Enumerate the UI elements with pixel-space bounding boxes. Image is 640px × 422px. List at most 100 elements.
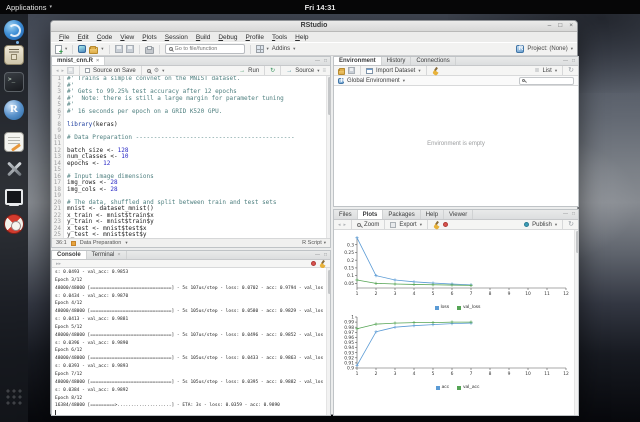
pane-layout-icon[interactable] [256, 45, 264, 53]
find-replace-icon[interactable] [147, 69, 151, 73]
list-view-dropdown-icon[interactable]: ▾ [555, 68, 557, 74]
maximize-window-icon[interactable]: □ [558, 23, 562, 30]
file-type-selector[interactable]: R Script [302, 240, 322, 246]
dock-icon-system-tools[interactable] [4, 159, 24, 179]
file-type-dropdown-icon[interactable]: ▾ [324, 240, 326, 246]
menu-session[interactable]: Session [161, 34, 192, 41]
minimize-pane-icon[interactable]: — [563, 212, 568, 217]
console-tab-terminal[interactable]: Terminal× [87, 251, 127, 259]
console-nav-icon[interactable]: ▸▸ [56, 261, 61, 267]
interrupt-r-icon[interactable] [311, 261, 317, 267]
menu-plots[interactable]: Plots [138, 34, 160, 41]
title-bar[interactable]: RStudio ‒ □ × [51, 21, 577, 32]
environment-tab-connections[interactable]: Connections [411, 57, 455, 65]
print-icon[interactable] [145, 47, 154, 54]
addins-dropdown-icon[interactable]: ▾ [293, 46, 295, 52]
menu-debug[interactable]: Debug [214, 34, 241, 41]
dock-icon-display-settings[interactable] [4, 187, 24, 207]
refresh-plots-icon[interactable]: ↻ [568, 221, 574, 228]
import-dataset-dropdown-icon[interactable]: ▾ [418, 68, 420, 74]
dock-icon-help-viewer[interactable] [4, 214, 24, 234]
rerun-icon[interactable]: ↻ [270, 67, 275, 74]
files-tab-viewer[interactable]: Viewer [444, 210, 473, 219]
menu-view[interactable]: View [116, 34, 138, 41]
zoom-plot-button[interactable]: Zoom [364, 222, 379, 228]
files-tab-help[interactable]: Help [421, 210, 444, 219]
list-view-button[interactable]: List [543, 68, 552, 74]
console-output[interactable]: s: 0.0493 - val_acc: 0.9853Epoch 3/12480… [52, 268, 330, 415]
menu-help[interactable]: Help [291, 34, 312, 41]
close-icon[interactable]: × [117, 252, 120, 258]
dock-icon-text-editor[interactable] [4, 132, 24, 152]
files-tab-packages[interactable]: Packages [383, 210, 420, 219]
save-workspace-icon[interactable] [348, 67, 355, 74]
files-tab-plots[interactable]: Plots [358, 210, 384, 219]
source-button[interactable]: Source [295, 68, 314, 74]
code-tools-icon[interactable]: ⚙ [154, 67, 159, 74]
maximize-pane-icon[interactable]: □ [572, 212, 575, 217]
dock-icon-archive-manager[interactable] [4, 45, 24, 65]
plots-scrollbar[interactable] [574, 230, 578, 415]
clear-environment-icon[interactable] [432, 67, 439, 74]
refresh-icon[interactable]: ↻ [568, 67, 574, 74]
minimize-pane-icon[interactable]: — [315, 59, 320, 64]
menu-edit[interactable]: Edit [74, 34, 93, 41]
new-file-dropdown-icon[interactable]: ▾ [65, 46, 67, 52]
forward-icon[interactable]: ▸ [62, 68, 65, 74]
source-on-save-checkbox[interactable] [85, 68, 90, 73]
menu-profile[interactable]: Profile [242, 34, 268, 41]
maximize-pane-icon[interactable]: □ [324, 253, 327, 258]
new-file-icon[interactable] [55, 45, 62, 54]
dock-icon-web-browser[interactable] [4, 20, 24, 40]
goto-file-box[interactable] [165, 44, 245, 54]
previous-plot-icon[interactable]: ◂ [338, 222, 341, 228]
editor-scrollbar[interactable] [326, 76, 330, 238]
publish-button[interactable]: Publish [532, 222, 552, 228]
environment-search-box[interactable] [519, 77, 574, 85]
console-tab-console[interactable]: Console [52, 251, 87, 259]
new-project-icon[interactable] [78, 45, 86, 53]
section-selector[interactable]: Data Preparation [80, 240, 122, 246]
console-scrollbar[interactable] [326, 268, 330, 415]
environment-tab-environment[interactable]: Environment [334, 57, 382, 65]
minimize-pane-icon[interactable]: — [315, 253, 320, 258]
environment-tab-history[interactable]: History [382, 57, 412, 65]
menu-build[interactable]: Build [192, 34, 214, 41]
scope-dropdown-icon[interactable]: ▾ [403, 78, 405, 84]
minimize-pane-icon[interactable]: — [563, 59, 568, 64]
scope-selector[interactable]: Global Environment [347, 78, 400, 84]
goto-file-input[interactable] [175, 46, 241, 52]
next-plot-icon[interactable]: ▸ [344, 222, 347, 228]
open-file-icon[interactable] [89, 47, 98, 54]
dock-icon-terminal[interactable] [4, 72, 24, 92]
addins-button[interactable]: Addins [272, 46, 290, 52]
code-tools-dropdown-icon[interactable]: ▾ [162, 68, 164, 74]
project-dropdown-icon[interactable]: ▾ [571, 46, 573, 52]
save-all-icon[interactable] [126, 45, 134, 53]
remove-plot-icon[interactable] [433, 221, 440, 228]
tab-mnist-cnn[interactable]: mnist_cnn.R × [52, 57, 105, 65]
menu-tools[interactable]: Tools [268, 34, 291, 41]
project-button[interactable]: Project: (None) [527, 46, 567, 52]
minimize-window-icon[interactable]: ‒ [548, 23, 552, 30]
close-icon[interactable]: × [96, 58, 99, 64]
export-dropdown-icon[interactable]: ▾ [420, 222, 422, 228]
export-plot-button[interactable]: Export [399, 222, 416, 228]
document-outline-icon[interactable]: ≡ [322, 68, 326, 74]
save-source-icon[interactable] [67, 67, 74, 74]
menu-file[interactable]: File [55, 34, 74, 41]
back-icon[interactable]: ◂ [56, 68, 59, 74]
recent-files-dropdown-icon[interactable]: ▾ [101, 46, 103, 52]
load-workspace-icon[interactable] [338, 69, 345, 75]
section-dropdown-icon[interactable]: ▾ [125, 240, 127, 246]
maximize-pane-icon[interactable]: □ [572, 59, 575, 64]
import-dataset-button[interactable]: Import Dataset [376, 68, 415, 74]
save-icon[interactable] [115, 45, 123, 53]
dock-icon-r-console[interactable] [4, 100, 24, 120]
publish-dropdown-icon[interactable]: ▾ [555, 222, 557, 228]
menu-code[interactable]: Code [93, 34, 117, 41]
source-dropdown-icon[interactable]: ▾ [317, 68, 319, 74]
code-editor[interactable]: 1#' Trains a simple convnet on the MNIST… [52, 76, 330, 238]
run-button[interactable]: Run [248, 68, 259, 74]
files-tab-files[interactable]: Files [334, 210, 358, 219]
